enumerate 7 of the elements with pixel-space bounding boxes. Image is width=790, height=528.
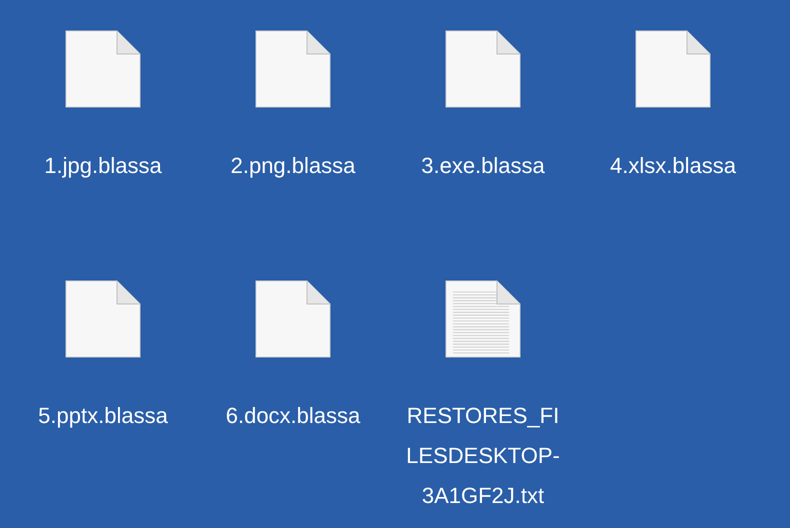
file-name: 5.pptx.blassa	[37, 402, 169, 430]
file-name: 4.xlsx.blassa	[609, 152, 737, 180]
file-name: 2.png.blassa	[230, 152, 356, 180]
file-name: RESTORES_FILESDESKTOP-3A1GF2J.txt	[405, 402, 561, 510]
file-name: 6.docx.blassa	[224, 402, 362, 430]
file-name: 1.jpg.blassa	[43, 152, 163, 180]
file-name: 3.exe.blassa	[420, 152, 546, 180]
